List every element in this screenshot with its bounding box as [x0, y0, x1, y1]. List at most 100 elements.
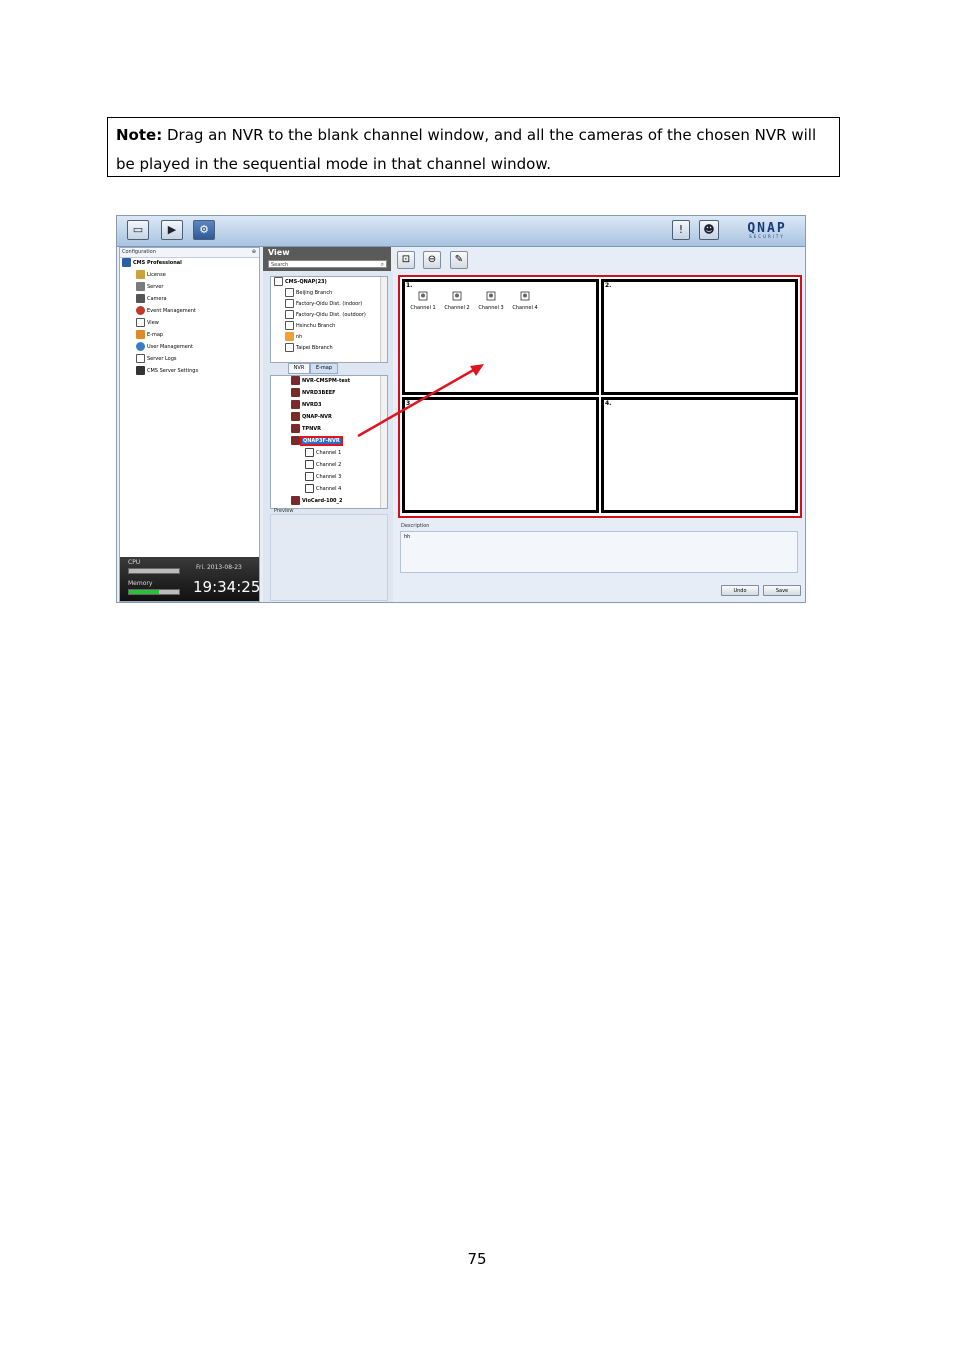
- nvr-item[interactable]: NVRD3: [291, 400, 322, 410]
- cms-icon: [122, 258, 131, 267]
- info-button[interactable]: !: [672, 220, 690, 240]
- configuration-header: Configuration ⊕: [120, 248, 259, 258]
- sidebar-item-server-logs[interactable]: Server Logs: [136, 354, 177, 364]
- nvr-icon: [291, 400, 300, 409]
- monitor-icon: ▭: [132, 223, 144, 236]
- monitor-button[interactable]: ▭: [127, 220, 149, 240]
- site-tree-scrollbar[interactable]: [380, 277, 387, 362]
- camera-tile[interactable]: Channel 3: [475, 286, 507, 311]
- site-tree-item[interactable]: Factory-Qidu Dist. (outdoor): [285, 310, 366, 320]
- nvr-item[interactable]: TPNVR: [291, 424, 321, 434]
- view-grid-icon: [136, 318, 145, 327]
- nvr-icon: [291, 376, 300, 385]
- save-button[interactable]: Save: [763, 585, 801, 596]
- note-text: Drag an NVR to the blank channel window,…: [116, 126, 817, 173]
- grid-icon: [285, 288, 294, 297]
- info-icon: !: [678, 223, 684, 236]
- configuration-button[interactable]: ⚙: [193, 220, 215, 240]
- nvr-item-selected[interactable]: QNAP3F-NVR: [291, 436, 343, 446]
- camera-tile[interactable]: Channel 4: [509, 286, 541, 311]
- config-icon: ⚙: [199, 223, 209, 236]
- site-tree: CMS-QNAP(23) Beijing Branch Factory-Qidu…: [270, 276, 388, 363]
- channel-window-1[interactable]: 1. Channel 1 Channel 2 Channel 3 Channel…: [402, 279, 599, 395]
- server-icon: [136, 282, 145, 291]
- play-icon: ▶: [167, 223, 177, 236]
- delete-layout-button[interactable]: ⊖: [423, 251, 441, 269]
- qnap-logo: QNAP SECURITY: [747, 221, 787, 239]
- sidebar-item-license[interactable]: License: [136, 270, 166, 280]
- search-icon[interactable]: ⌕: [381, 261, 384, 268]
- memory-bar-fill: [129, 590, 159, 594]
- channel-item[interactable]: Channel 4: [305, 484, 341, 494]
- nvr-icon: [291, 388, 300, 397]
- cms-screenshot: ▭ ▶ ⚙ ! ☻ QNAP SECURITY Configuration ⊕ …: [116, 215, 806, 603]
- sidebar-item-server[interactable]: Server: [136, 282, 163, 292]
- camera-icon: [486, 291, 496, 301]
- site-tree-item[interactable]: Hsinchu Branch: [285, 321, 335, 331]
- view-layout-panel: ⊡ ⊖ ✎ 1. Channel 1 Channel 2 Channel 3 C…: [395, 247, 805, 602]
- channel-window-3[interactable]: 3.: [402, 397, 599, 513]
- grid-icon: [285, 343, 294, 352]
- sidebar-item-camera[interactable]: Camera: [136, 294, 167, 304]
- edit-layout-button[interactable]: ✎: [450, 251, 468, 269]
- site-tree-item[interactable]: nh: [285, 332, 302, 342]
- nvr-icon: [291, 412, 300, 421]
- system-status: CPU Memory Fri. 2013-08-23 19:34:25: [120, 557, 261, 601]
- channel-item[interactable]: Channel 2: [305, 460, 341, 470]
- site-tree-item[interactable]: Beijing Branch: [285, 288, 332, 298]
- channel-window-2[interactable]: 2.: [601, 279, 798, 395]
- sidebar-item-event-management[interactable]: Event Management: [136, 306, 196, 316]
- camera-icon: [418, 291, 428, 301]
- tab-nvr[interactable]: NVR: [288, 363, 310, 374]
- playback-button[interactable]: ▶: [161, 220, 183, 240]
- emap-icon: [136, 330, 145, 339]
- pin-icon[interactable]: ⊕: [252, 248, 256, 257]
- camera-icon: [305, 472, 314, 481]
- nvr-item[interactable]: VioCard-100_2: [291, 496, 343, 506]
- status-date: Fri. 2013-08-23: [196, 564, 242, 571]
- sidebar-item-emap[interactable]: E-map: [136, 330, 163, 340]
- nvr-item[interactable]: NVR-CMSPM-test: [291, 376, 350, 386]
- view-tree-panel: CMS-QNAP(23) Beijing Branch Factory-Qidu…: [263, 271, 393, 602]
- nvr-item[interactable]: QNAP-NVR: [291, 412, 332, 422]
- tree-tabs: NVR E-map: [270, 363, 386, 374]
- site-tree-item[interactable]: Taipei Bbranch: [285, 343, 333, 353]
- memory-label: Memory: [128, 580, 153, 587]
- sidebar-item-view[interactable]: View: [136, 318, 159, 328]
- preview-area: [270, 514, 388, 601]
- view-title: View: [268, 248, 290, 257]
- site-tree-root[interactable]: CMS-QNAP(23): [274, 277, 327, 287]
- note-label: Note:: [116, 126, 163, 144]
- nvr-item[interactable]: NVRD3BEEF: [291, 388, 336, 398]
- grid-icon: [285, 310, 294, 319]
- nvr-icon: [291, 496, 300, 505]
- nvr-icon: [291, 436, 300, 445]
- channel-item[interactable]: Channel 3: [305, 472, 341, 482]
- configuration-panel: Configuration ⊕ CMS Professional License…: [119, 247, 260, 602]
- tab-emap[interactable]: E-map: [310, 363, 338, 374]
- camera-icon: [305, 484, 314, 493]
- undo-button[interactable]: Undo: [721, 585, 759, 596]
- channel-window-4[interactable]: 4.: [601, 397, 798, 513]
- settings-icon: [136, 366, 145, 375]
- grid-icon: [285, 321, 294, 330]
- search-input[interactable]: Search ⌕: [268, 260, 387, 268]
- channel-grid: 1. Channel 1 Channel 2 Channel 3 Channel…: [398, 275, 802, 518]
- nvr-tree-scrollbar[interactable]: [380, 376, 387, 508]
- add-layout-button[interactable]: ⊡: [397, 251, 415, 269]
- camera-tile[interactable]: Channel 2: [441, 286, 473, 311]
- tree-root-cms[interactable]: CMS Professional: [122, 258, 182, 268]
- users-icon: [136, 342, 145, 351]
- add-icon: ⊡: [401, 254, 411, 265]
- sidebar-item-user-management[interactable]: User Management: [136, 342, 193, 352]
- description-field[interactable]: hh: [400, 531, 798, 573]
- event-icon: [136, 306, 145, 315]
- user-button[interactable]: ☻: [699, 220, 719, 240]
- note-box: Note: Drag an NVR to the blank channel w…: [107, 117, 840, 177]
- sidebar-item-cms-server-settings[interactable]: CMS Server Settings: [136, 366, 198, 376]
- status-clock: 19:34:25: [193, 578, 261, 596]
- cpu-label: CPU: [128, 559, 141, 566]
- camera-tile[interactable]: Channel 1: [407, 286, 439, 311]
- site-tree-item[interactable]: Factory-Qidu Dist. (indoor): [285, 299, 362, 309]
- channel-item[interactable]: Channel 1: [305, 448, 341, 458]
